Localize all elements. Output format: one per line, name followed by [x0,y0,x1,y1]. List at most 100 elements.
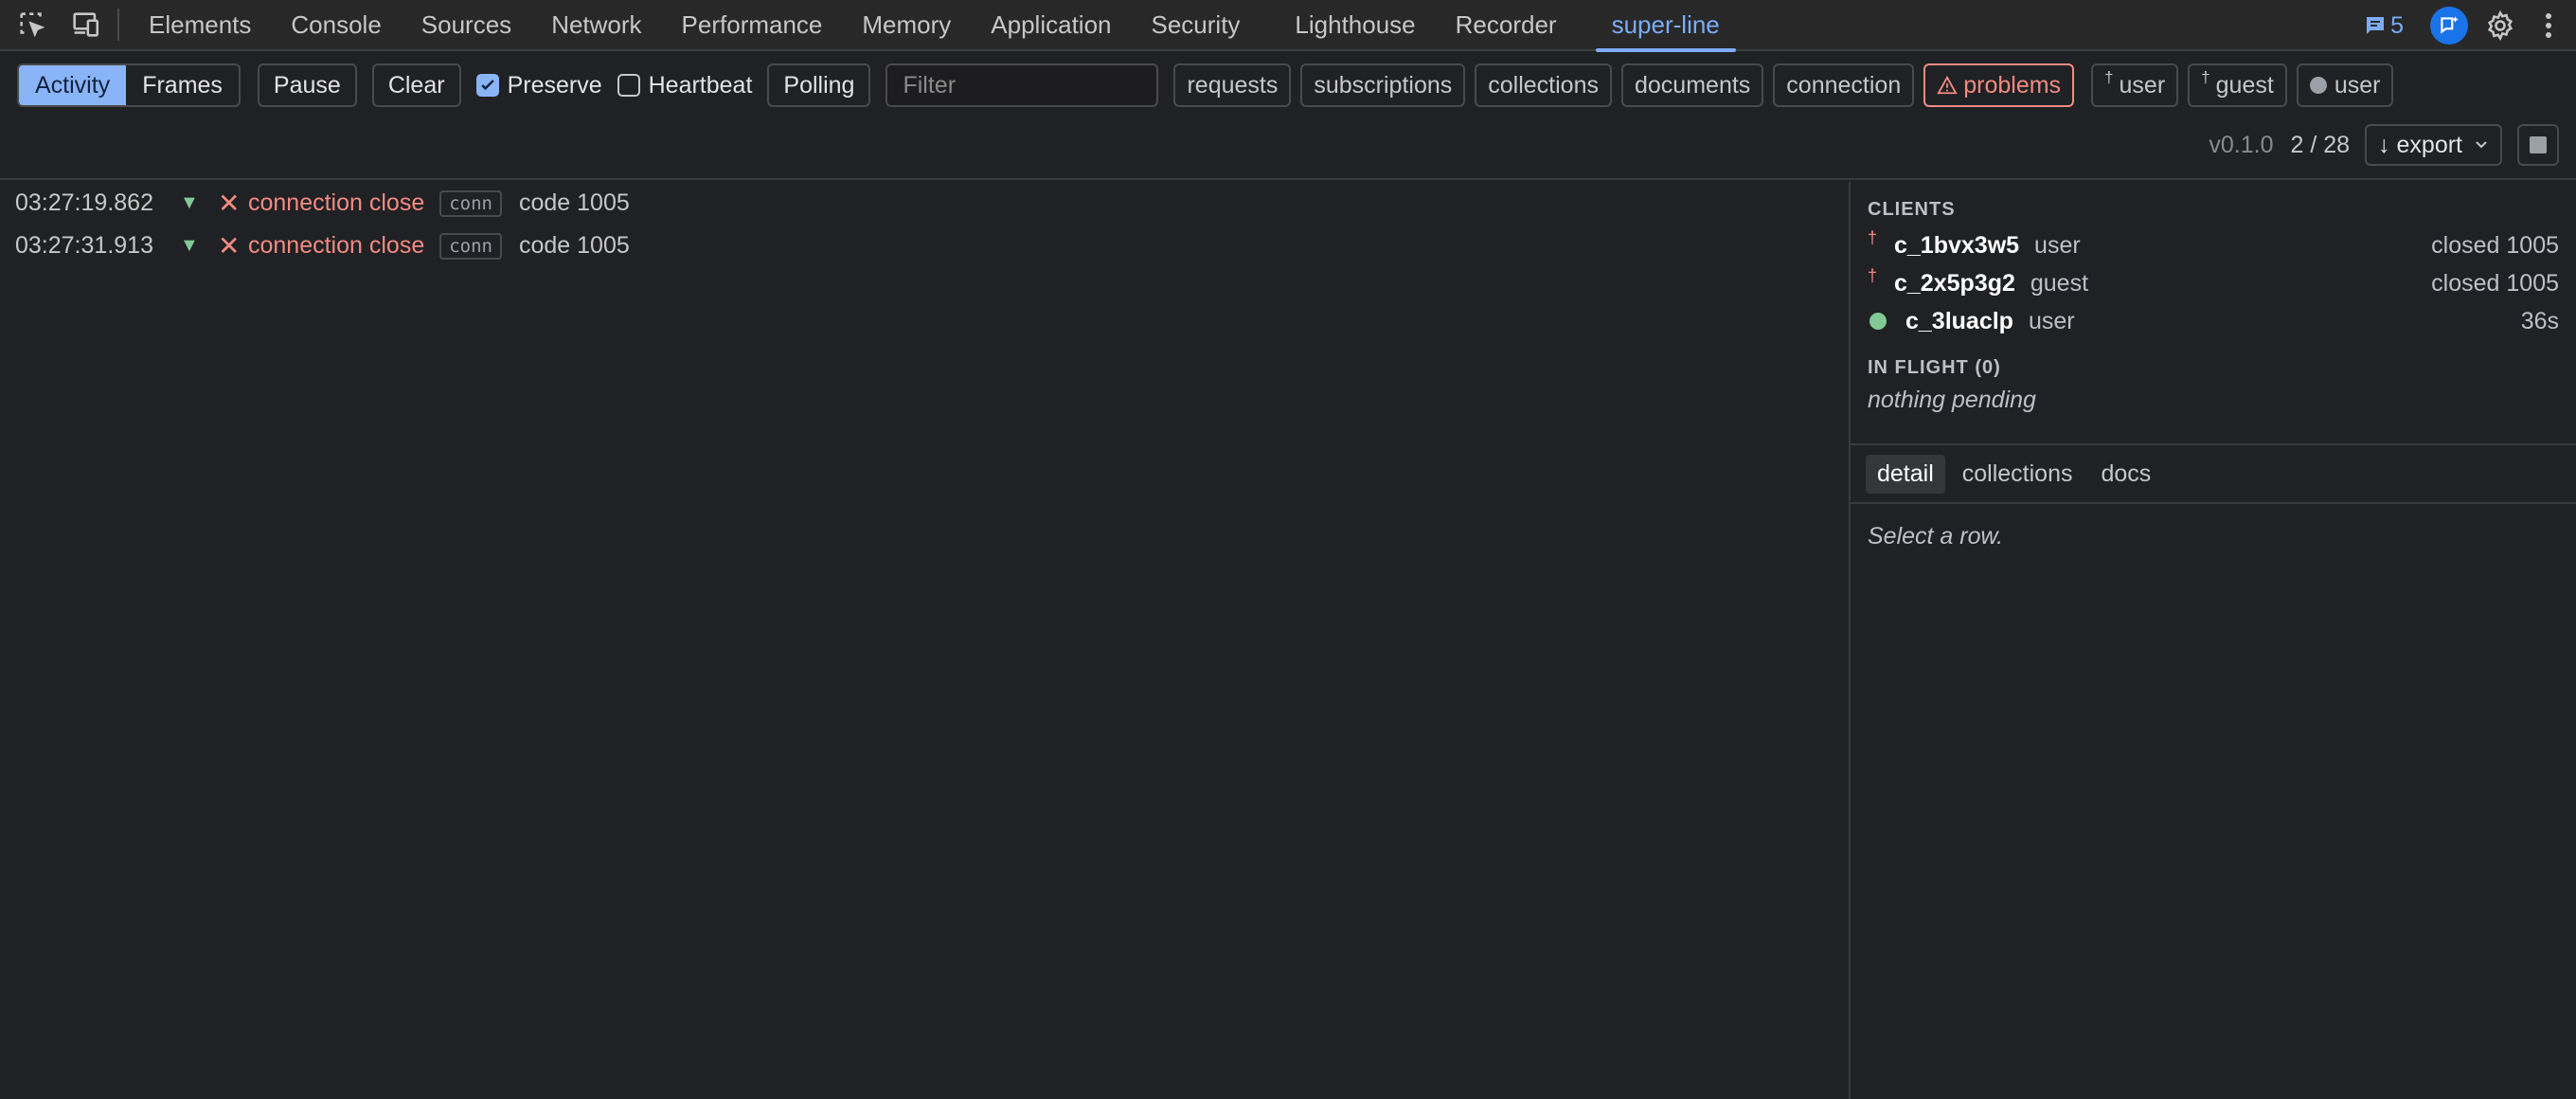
chevron-down-icon [2476,141,2487,149]
inflight-title: IN FLIGHT (0) [1868,357,2001,378]
log-tag: conn [439,189,502,217]
online-dot-icon [1869,313,1887,330]
tab-memory[interactable]: Memory [842,0,971,50]
log-detail: code 1005 [519,189,630,216]
export-label: ↓ export [2378,131,2462,158]
tabbar-right-controls: 5 [2364,0,2576,51]
client-role: user [2028,307,2075,334]
client-chip-3[interactable]: user [2296,63,2394,107]
inflight-empty-text: nothing pending [1868,387,2036,413]
polling-button[interactable]: Polling [767,63,871,107]
log-timestamp: 03:27:19.862 [15,189,153,216]
view-toggle: Activity Frames [17,63,241,107]
client-row[interactable]: † c_1bvx3w5 user closed 1005 [1851,226,2576,264]
heartbeat-label: Heartbeat [648,71,753,99]
closed-mark: † [2201,68,2210,86]
pause-button[interactable]: Pause [257,63,357,107]
incoming-arrow-icon: ▼ [180,192,199,213]
log-event: connection close [248,232,425,259]
log-event: connection close [248,189,425,216]
detail-tabs: detail collections docs [1851,443,2576,504]
toolbar-row-meta: v0.1.0 2 / 28 ↓ export [2209,123,2559,167]
client-chip-label: user [2119,71,2166,99]
tab-network[interactable]: Network [531,0,661,50]
toolbar-row-controls: Activity Frames Pause Clear Preserve Hea… [17,63,2403,108]
tab-elements[interactable]: Elements [129,0,271,50]
version-label: v0.1.0 [2209,131,2274,158]
tab-detail[interactable]: detail [1866,454,1945,494]
export-button[interactable]: ↓ export [2365,124,2502,166]
client-status: closed 1005 [2431,269,2559,297]
settings-gear-icon[interactable] [2481,7,2519,45]
log-row[interactable]: 03:27:19.862 ▼ ✕ connection close conn c… [0,182,1849,225]
tab-collections[interactable]: collections [1951,455,2084,494]
log-row[interactable]: 03:27:31.913 ▼ ✕ connection close conn c… [0,225,1849,267]
devtools-tabbar: Elements Console Sources Network Perform… [0,0,2576,52]
ai-assistance-icon[interactable] [2430,7,2468,45]
problems-label: problems [1963,71,2062,99]
filter-chip-connection[interactable]: connection [1773,63,1915,107]
tab-sources[interactable]: Sources [402,0,531,50]
warning-icon [1937,75,1958,95]
filter-chip-subscriptions[interactable]: subscriptions [1300,63,1466,107]
client-status: closed 1005 [2431,231,2559,259]
devtools-tabs: Elements Console Sources Network Perform… [129,0,1740,52]
client-role: user [2034,231,2081,259]
row-count: 2 / 28 [2290,131,2351,158]
client-chip-2[interactable]: † guest [2188,63,2287,107]
tab-application[interactable]: Application [971,0,1131,50]
close-icon: ✕ [218,189,241,218]
heartbeat-toggle[interactable]: Heartbeat [617,71,753,99]
preserve-toggle[interactable]: Preserve [475,72,602,99]
log-timestamp: 03:27:31.913 [15,232,153,259]
preserve-checkbox[interactable] [475,74,499,97]
heartbeat-checkbox[interactable] [617,74,640,97]
issues-counter[interactable]: 5 [2364,12,2404,40]
client-role: guest [2030,269,2089,297]
tab-docs[interactable]: docs [2090,455,2163,494]
clear-button[interactable]: Clear [371,63,461,107]
client-chip-1[interactable]: † user [2091,63,2179,107]
more-options-icon[interactable] [2534,7,2563,45]
filter-input[interactable] [886,63,1159,107]
close-icon: ✕ [218,231,241,261]
inspector-sidebar: CLIENTS † c_1bvx3w5 user closed 1005 † c… [1849,182,2576,1099]
issues-count: 5 [2390,11,2404,39]
client-status: 36s [2520,307,2559,334]
sidebar-icon [2530,136,2547,153]
filter-chip-problems[interactable]: problems [1923,63,2075,107]
frames-view-button[interactable]: Frames [126,65,239,105]
incoming-arrow-icon: ▼ [180,235,199,256]
client-chip-label: user [2334,71,2381,99]
client-chip-label: guest [2215,71,2274,99]
filter-chip-collections[interactable]: collections [1475,63,1612,107]
tab-recorder[interactable]: Recorder [1436,0,1577,50]
check-icon [480,80,494,91]
toggle-sidebar-button[interactable] [2517,124,2559,166]
detail-empty-text: Select a row. [1868,523,2004,550]
tab-lighthouse[interactable]: Lighthouse [1275,0,1435,50]
client-row[interactable]: † c_2x5p3g2 guest closed 1005 [1851,264,2576,302]
inspect-element-icon[interactable] [13,6,51,44]
log-detail: code 1005 [519,232,630,259]
activity-view-button[interactable]: Activity [19,65,127,105]
device-toolbar-icon[interactable] [66,6,104,44]
tab-console[interactable]: Console [271,0,401,50]
closed-mark: † [1868,227,1878,247]
log-tag: conn [439,232,502,260]
status-dot-icon [2309,77,2327,94]
activity-log: 03:27:19.862 ▼ ✕ connection close conn c… [0,182,1849,1099]
client-row[interactable]: c_3luaclp user 36s [1851,302,2576,340]
filter-chip-documents[interactable]: documents [1621,63,1764,107]
filter-chip-requests[interactable]: requests [1173,63,1292,107]
tab-super-line[interactable]: super-line [1592,0,1740,52]
tab-performance[interactable]: Performance [662,0,843,50]
clients-title: CLIENTS [1868,199,1956,220]
panel-toolbar: Activity Frames Pause Clear Preserve Hea… [0,53,2576,180]
tab-security[interactable]: Security [1132,0,1261,50]
closed-mark: † [1868,265,1878,285]
closed-mark: † [2104,68,2114,86]
message-icon [2367,17,2385,34]
client-id: c_2x5p3g2 [1894,269,2015,297]
client-id: c_3luaclp [1905,307,2013,334]
